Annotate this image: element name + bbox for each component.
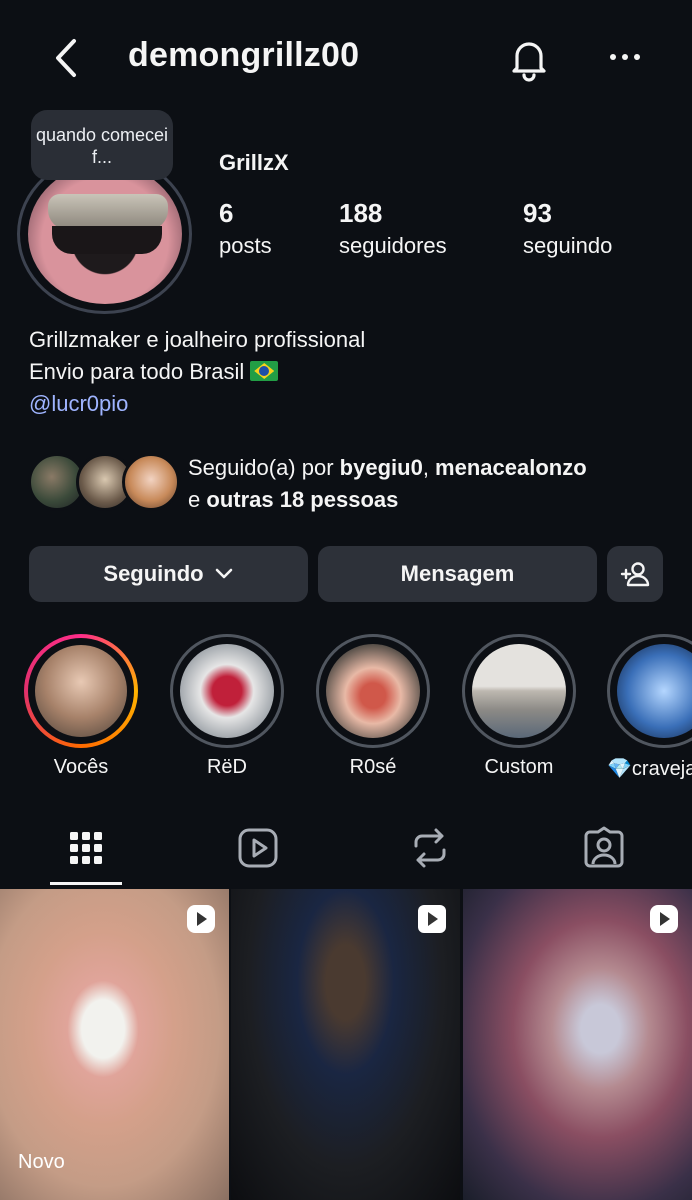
bio-mention-link[interactable]: @lucr0pio bbox=[29, 388, 365, 420]
followed-by-connector: e bbox=[188, 487, 201, 512]
stat-followers-count: 188 bbox=[339, 198, 383, 228]
grid-post-3[interactable] bbox=[463, 889, 692, 1200]
mutual-followers-avatars[interactable] bbox=[28, 453, 180, 513]
stat-posts-label: posts bbox=[219, 233, 272, 258]
highlight-thumbnail bbox=[326, 644, 420, 738]
notifications-button[interactable] bbox=[506, 36, 552, 82]
profile-bio: Grillzmaker e joalheiro profissional Env… bbox=[29, 324, 365, 420]
avatar-grillz-graphic bbox=[48, 194, 168, 230]
stat-following-label: seguindo bbox=[523, 233, 613, 258]
highlight-craveja[interactable]: 💎craveja bbox=[607, 634, 692, 781]
message-button[interactable]: Mensagem bbox=[318, 546, 597, 602]
followed-by-line-1: Seguido(a) por byegiu0, menacealonzo bbox=[188, 455, 587, 480]
top-bar: demongrillz00 bbox=[0, 0, 692, 118]
more-dots-icon bbox=[610, 54, 640, 60]
avatar-lower-teeth bbox=[52, 226, 162, 254]
stat-posts[interactable]: 6 posts bbox=[219, 198, 272, 259]
followed-by-text[interactable]: Seguido(a) por byegiu0, menacealonzo e o… bbox=[188, 452, 587, 516]
grid-post-1[interactable]: Novo bbox=[0, 889, 229, 1200]
reels-icon bbox=[238, 828, 278, 868]
more-options-button[interactable] bbox=[604, 42, 646, 72]
following-button[interactable]: Seguindo bbox=[29, 546, 308, 602]
bio-line-2-text: Envio para todo Brasil bbox=[29, 359, 245, 384]
highlight-ring bbox=[462, 634, 576, 748]
highlight-custom[interactable]: Custom bbox=[461, 634, 577, 779]
highlight-thumbnail bbox=[180, 644, 274, 738]
highlight-thumbnail bbox=[35, 645, 127, 737]
grid-post-2[interactable] bbox=[231, 889, 460, 1200]
highlight-ring bbox=[170, 634, 284, 748]
stat-posts-count: 6 bbox=[219, 198, 234, 228]
highlight-voces[interactable]: Vocês bbox=[23, 634, 139, 779]
brazil-flag-icon bbox=[250, 361, 279, 381]
followed-by-others: outras 18 pessoas bbox=[206, 487, 399, 512]
highlight-label: RëD bbox=[206, 756, 247, 778]
followed-by-user-1: byegiu0 bbox=[339, 455, 423, 480]
profile-username: demongrillz00 bbox=[128, 36, 360, 74]
chevron-left-icon bbox=[56, 39, 76, 77]
back-button[interactable] bbox=[48, 36, 88, 80]
message-button-label: Mensagem bbox=[400, 561, 515, 586]
highlight-rose[interactable]: R0sé bbox=[315, 634, 431, 779]
tab-reels[interactable] bbox=[236, 826, 280, 870]
repost-icon bbox=[414, 828, 446, 868]
bell-icon bbox=[512, 42, 546, 82]
avatar[interactable] bbox=[28, 164, 182, 304]
highlight-label: 💎craveja bbox=[607, 758, 692, 780]
mutual-avatar-3 bbox=[122, 453, 180, 511]
grid-icon bbox=[70, 832, 102, 864]
stat-following-count: 93 bbox=[523, 198, 552, 228]
suggested-users-button[interactable] bbox=[607, 546, 663, 602]
reel-icon bbox=[650, 905, 678, 933]
highlight-ring bbox=[607, 634, 692, 748]
stat-followers[interactable]: 188 seguidores bbox=[339, 198, 447, 259]
add-person-icon bbox=[620, 562, 650, 587]
following-button-label: Seguindo bbox=[103, 561, 204, 586]
highlight-thumbnail bbox=[472, 644, 566, 738]
carousel-icon bbox=[418, 905, 446, 933]
followed-by-line-2: e outras 18 pessoas bbox=[188, 484, 587, 516]
tab-posts-grid[interactable] bbox=[64, 826, 108, 870]
stat-followers-label: seguidores bbox=[339, 233, 447, 258]
followed-by-user-2: menacealonzo bbox=[435, 455, 587, 480]
reel-icon bbox=[187, 905, 215, 933]
chevron-down-icon bbox=[215, 568, 232, 579]
highlight-label: R0sé bbox=[349, 756, 397, 778]
highlight-red[interactable]: RëD bbox=[169, 634, 285, 779]
bio-line-1: Grillzmaker e joalheiro profissional bbox=[29, 327, 366, 352]
tagged-person-icon bbox=[584, 826, 624, 868]
active-tab-indicator bbox=[50, 882, 122, 885]
stat-following[interactable]: 93 seguindo bbox=[523, 198, 612, 259]
grid-post-new-label: Novo bbox=[18, 1151, 65, 1173]
tab-tagged[interactable] bbox=[582, 826, 626, 870]
followed-by-prefix: Seguido(a) por bbox=[188, 455, 334, 480]
highlight-ring bbox=[316, 634, 430, 748]
bio-line-2: Envio para todo Brasil bbox=[29, 356, 365, 388]
display-name: GrillzX bbox=[219, 150, 289, 175]
profile-note-bubble[interactable]: quando comecei f... bbox=[31, 110, 173, 180]
highlight-label: Vocês bbox=[53, 756, 109, 778]
highlight-thumbnail bbox=[617, 644, 692, 738]
tab-reposts[interactable] bbox=[408, 826, 452, 870]
highlight-ring bbox=[24, 634, 138, 748]
highlight-label: Custom bbox=[484, 756, 554, 778]
